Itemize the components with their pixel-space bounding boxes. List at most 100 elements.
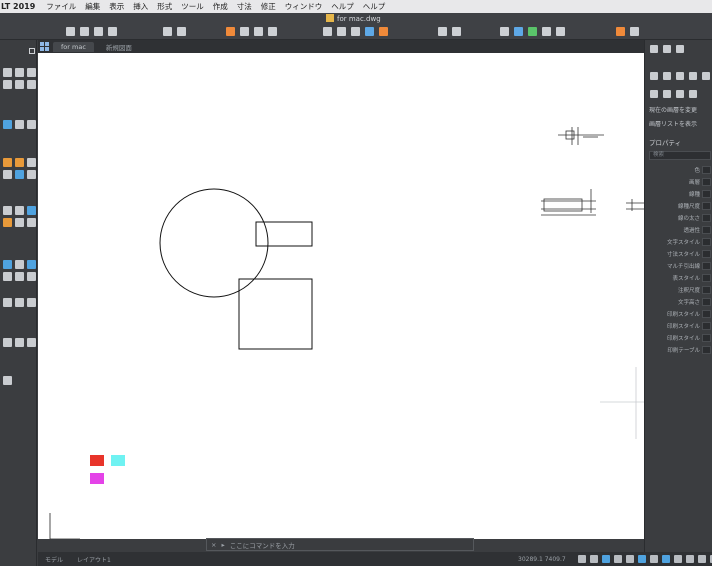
prop-dim-style[interactable]: 寸法スタイル [647,249,712,259]
prop-value[interactable] [702,190,711,198]
create-block-icon[interactable] [514,27,523,36]
prop-text-height[interactable]: 文字高さ [647,297,712,307]
plot-icon[interactable] [226,27,235,36]
prop-value[interactable] [702,214,711,222]
explode-icon[interactable] [27,218,36,227]
grid-toggle-icon[interactable] [578,555,586,563]
menu-edit[interactable]: 編集 [85,1,100,12]
ungroup-icon[interactable] [15,338,24,347]
options-icon[interactable] [630,27,639,36]
menu-dimension[interactable]: 寸法 [237,1,252,12]
prop-plot-style-3[interactable]: 印刷スタイル [647,333,712,343]
prop-value[interactable] [702,298,711,306]
prop-plot-style[interactable]: 印刷スタイル [647,309,712,319]
save-as-icon[interactable] [108,27,117,36]
drawing-canvas[interactable] [38,53,644,539]
palette-expand-icon[interactable] [29,48,35,54]
prop-value[interactable] [702,178,711,186]
tab-new-drawing[interactable]: 新規図面 [98,42,140,52]
prop-value[interactable] [702,322,711,330]
prop-value[interactable] [702,262,711,270]
osnap-toggle-icon[interactable] [626,555,634,563]
prop-value[interactable] [702,166,711,174]
prop-color[interactable]: 色 [647,165,712,175]
prop-text-style[interactable]: 文字スタイル [647,237,712,247]
extend-icon[interactable] [3,170,12,179]
new-layer-icon[interactable] [650,72,658,80]
layer-merge-icon[interactable] [27,272,36,281]
square-shape[interactable] [238,278,313,350]
rotate-icon[interactable] [15,158,24,167]
zoom-icon[interactable] [438,27,447,36]
prop-linetype-scale[interactable]: 線種尺度 [647,201,712,211]
prop-layer[interactable]: 画層 [647,177,712,187]
menu-modify[interactable]: 修正 [261,1,276,12]
lineweight-toggle-icon[interactable] [650,555,658,563]
menu-format[interactable]: 形式 [157,1,172,12]
layer-properties-icon[interactable] [3,260,12,269]
command-input[interactable]: ここにコマンドを入力 [230,540,295,550]
match-properties-icon[interactable] [268,27,277,36]
trim-icon[interactable] [27,158,36,167]
ortho-toggle-icon[interactable] [602,555,610,563]
layer-off-icon[interactable] [15,260,24,269]
copy-tool-icon[interactable] [15,170,24,179]
properties-search-input[interactable]: 検索 [649,151,711,160]
prop-lineweight[interactable]: 線の太さ [647,213,712,223]
undo-icon[interactable] [163,27,172,36]
delete-layer-icon[interactable] [663,72,671,80]
layout-tab[interactable]: レイアウト1 [70,555,118,564]
sync-icon[interactable] [556,27,565,36]
properties-palette-icon[interactable] [650,45,658,53]
menu-tools[interactable]: ツール [181,1,204,12]
selection-cycling-icon[interactable] [674,555,682,563]
menu-draw[interactable]: 作成 [213,1,228,12]
current-layer-label[interactable]: 現在の画層を変更 [649,105,712,114]
layer-settings-icon[interactable] [702,72,710,80]
pan-hand-icon[interactable] [452,27,461,36]
new-file-icon[interactable] [66,27,75,36]
transparency-toggle-icon[interactable] [662,555,670,563]
paste-icon[interactable] [254,27,263,36]
line-icon[interactable] [3,68,12,77]
model-tab[interactable]: モデル [38,555,70,564]
insert-block-icon[interactable] [500,27,509,36]
copy-icon[interactable] [240,27,249,36]
polyline-icon[interactable] [3,80,12,89]
scale-icon[interactable] [15,206,24,215]
rectangle-icon[interactable] [27,68,36,77]
spline-icon[interactable] [27,80,36,89]
prop-value[interactable] [702,310,711,318]
menu-file[interactable]: ファイル [46,1,76,12]
distance-icon[interactable] [3,298,12,307]
arc-icon[interactable] [15,80,24,89]
circle-shape[interactable] [159,188,269,298]
small-rectangle-shape[interactable] [255,221,313,247]
prop-value[interactable] [702,202,711,210]
layer-walk-icon[interactable] [15,272,24,281]
select-icon[interactable] [27,338,36,347]
menu-view[interactable]: 表示 [109,1,124,12]
menu-window[interactable]: ウィンドウ [285,1,323,12]
layer-freeze-icon[interactable] [27,260,36,269]
command-close-icon[interactable]: × [211,541,216,549]
layer-list-toggle[interactable]: 画層リストを表示 [649,119,712,128]
layers-palette-icon[interactable] [663,45,671,53]
stretch-icon[interactable] [15,218,24,227]
layer-match-icon[interactable] [365,27,374,36]
lock-icon[interactable] [676,90,684,98]
array-icon[interactable] [27,206,36,215]
offset-icon[interactable] [3,206,12,215]
prop-plot-table[interactable]: 印刷テーブル [647,345,712,355]
polar-toggle-icon[interactable] [614,555,622,563]
move-icon[interactable] [3,158,12,167]
circle-icon[interactable] [15,68,24,77]
tab-for-mac[interactable]: for mac [53,41,94,52]
menu-insert[interactable]: 挿入 [133,1,148,12]
layer-lock-icon[interactable] [3,272,12,281]
set-current-icon[interactable] [676,72,684,80]
edit-block-icon[interactable] [528,27,537,36]
color-icon[interactable] [689,90,697,98]
command-line[interactable]: × ▸ ここにコマンドを入力 [206,538,474,551]
prop-value[interactable] [702,226,711,234]
